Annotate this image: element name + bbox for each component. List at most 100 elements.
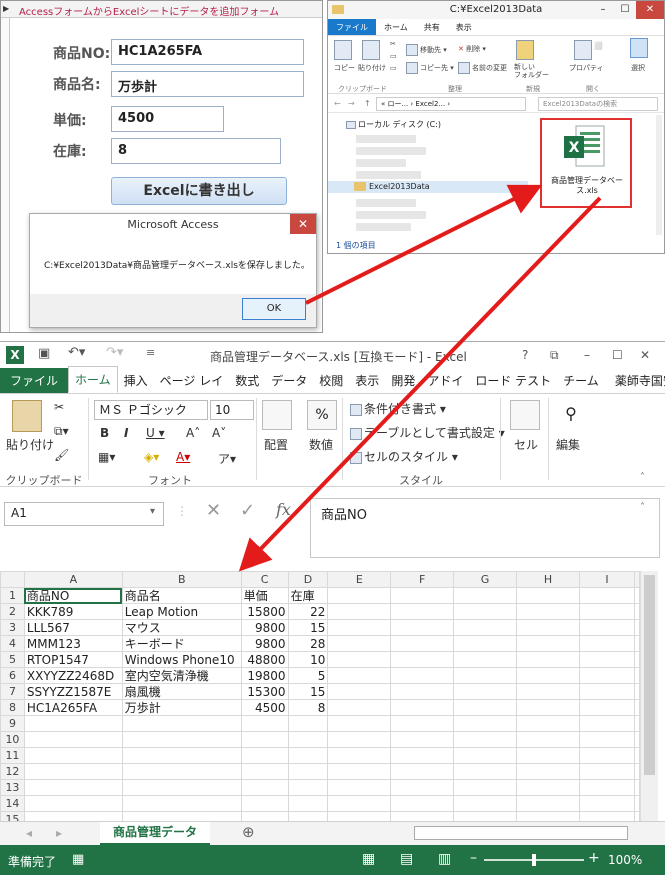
row-header[interactable]: 12 — [0, 763, 25, 780]
cell[interactable] — [516, 779, 580, 796]
cell[interactable]: 4500 — [240, 699, 289, 716]
alignment-icon[interactable] — [262, 400, 292, 430]
cell[interactable]: 19800 — [240, 667, 289, 684]
paste-icon[interactable] — [12, 400, 42, 432]
ok-button[interactable]: OK — [242, 298, 306, 320]
cell[interactable] — [516, 587, 580, 604]
cell[interactable] — [634, 779, 640, 796]
cell[interactable]: KKK789 — [23, 603, 123, 620]
cell[interactable]: LLL567 — [23, 619, 123, 636]
row-header[interactable]: 4 — [0, 635, 25, 652]
cell[interactable] — [390, 603, 455, 620]
cell[interactable] — [634, 763, 640, 780]
cell[interactable] — [390, 795, 455, 812]
cell[interactable] — [240, 715, 289, 732]
undo-icon[interactable]: ↶▾ — [68, 345, 85, 360]
cell[interactable] — [578, 763, 636, 780]
cell[interactable] — [453, 795, 518, 812]
cell[interactable] — [578, 715, 636, 732]
cell[interactable] — [516, 603, 580, 620]
cell[interactable]: HC1A265FA — [23, 699, 123, 716]
cell[interactable] — [578, 667, 636, 684]
cancel-icon[interactable]: ✕ — [206, 500, 221, 521]
cell[interactable] — [516, 715, 580, 732]
underline-icon[interactable]: U ▾ — [146, 426, 165, 440]
maximize-icon[interactable]: ☐ — [612, 348, 623, 362]
cell[interactable]: 単価 — [240, 587, 289, 604]
close-icon[interactable]: ✕ — [640, 348, 650, 362]
cell[interactable] — [453, 699, 518, 716]
fill-color-icon[interactable]: ◈▾ — [144, 450, 159, 464]
close-icon[interactable]: ✕ — [636, 1, 664, 19]
row-header[interactable]: 9 — [0, 715, 25, 732]
help-icon[interactable]: ? — [522, 348, 528, 362]
record-selector[interactable] — [1, 18, 10, 332]
cell[interactable]: 15 — [287, 619, 329, 636]
conditional-format-button[interactable]: 条件付き書式 ▾ — [350, 400, 446, 417]
cell[interactable] — [327, 619, 392, 636]
cell[interactable] — [516, 651, 580, 668]
row-header[interactable]: 7 — [0, 683, 25, 700]
cell[interactable] — [327, 699, 392, 716]
cell[interactable]: 室内空気清浄機 — [121, 667, 242, 684]
collapse-ribbon-icon[interactable]: ˄ — [640, 472, 645, 483]
cell[interactable] — [453, 731, 518, 748]
cell[interactable] — [516, 763, 580, 780]
cell[interactable] — [327, 587, 392, 604]
cell[interactable]: 9800 — [240, 635, 289, 652]
move-to-button[interactable]: 移動先 ▾ — [406, 44, 447, 56]
tab-data[interactable]: データ — [265, 368, 313, 393]
back-icon[interactable]: ← — [334, 95, 341, 113]
phonetic-icon[interactable]: ア▾ — [218, 450, 236, 467]
copy-path-icon[interactable]: ▭ — [390, 52, 397, 60]
column-header[interactable]: G — [453, 571, 518, 588]
bold-icon[interactable]: B — [100, 426, 109, 440]
tab-developer[interactable]: 開発 — [385, 368, 421, 393]
paste-label[interactable]: 貼り付け — [6, 436, 54, 453]
prev-sheet-icon[interactable]: ◂ — [26, 826, 32, 840]
cell[interactable] — [516, 699, 580, 716]
name-box-dropdown-icon[interactable]: ▾ — [150, 506, 155, 517]
cell[interactable] — [634, 619, 640, 636]
select-icon[interactable] — [630, 38, 648, 58]
cell[interactable] — [453, 715, 518, 732]
cell[interactable]: 22 — [287, 603, 329, 620]
cell[interactable] — [634, 731, 640, 748]
cell[interactable] — [287, 747, 329, 764]
column-header[interactable]: I — [578, 571, 636, 588]
column-header[interactable]: A — [23, 571, 123, 588]
cell[interactable]: 10 — [287, 651, 329, 668]
scroll-thumb[interactable] — [644, 575, 655, 775]
column-header[interactable]: C — [240, 571, 289, 588]
local-disk-item[interactable]: ローカル ディスク (C:) — [346, 119, 441, 130]
cell[interactable] — [327, 795, 392, 812]
row-header[interactable]: 14 — [0, 795, 25, 812]
save-icon[interactable]: ▣ — [38, 346, 50, 361]
cell[interactable] — [240, 731, 289, 748]
cell[interactable] — [634, 699, 640, 716]
cell[interactable] — [327, 667, 392, 684]
cell[interactable] — [516, 795, 580, 812]
new-folder-icon[interactable] — [516, 40, 534, 60]
cell-styles-button[interactable]: セルのスタイル ▾ — [350, 448, 458, 465]
cell[interactable] — [327, 603, 392, 620]
cell[interactable] — [453, 651, 518, 668]
product-no-field[interactable]: HC1A265FA — [111, 39, 304, 65]
tab-team[interactable]: チーム — [557, 368, 605, 393]
tab-review[interactable]: 校閲 — [313, 368, 349, 393]
next-sheet-icon[interactable]: ▸ — [56, 826, 62, 840]
tab-view[interactable]: 表示 — [349, 368, 385, 393]
borders-icon[interactable]: ▦▾ — [98, 450, 115, 464]
cell[interactable]: 商品名 — [121, 587, 242, 604]
cell[interactable] — [578, 795, 636, 812]
cell[interactable] — [327, 747, 392, 764]
user-name[interactable]: 薬師寺国安 — [609, 368, 665, 393]
cell[interactable] — [327, 635, 392, 652]
cell[interactable] — [578, 683, 636, 700]
cell[interactable]: マウス — [121, 619, 242, 636]
close-icon[interactable]: ✕ — [290, 214, 316, 234]
cell[interactable]: 扇風機 — [121, 683, 242, 700]
name-box[interactable]: A1 — [4, 502, 164, 526]
zoom-in-icon[interactable]: + — [588, 850, 600, 866]
tab-formulas[interactable]: 数式 — [229, 368, 265, 393]
